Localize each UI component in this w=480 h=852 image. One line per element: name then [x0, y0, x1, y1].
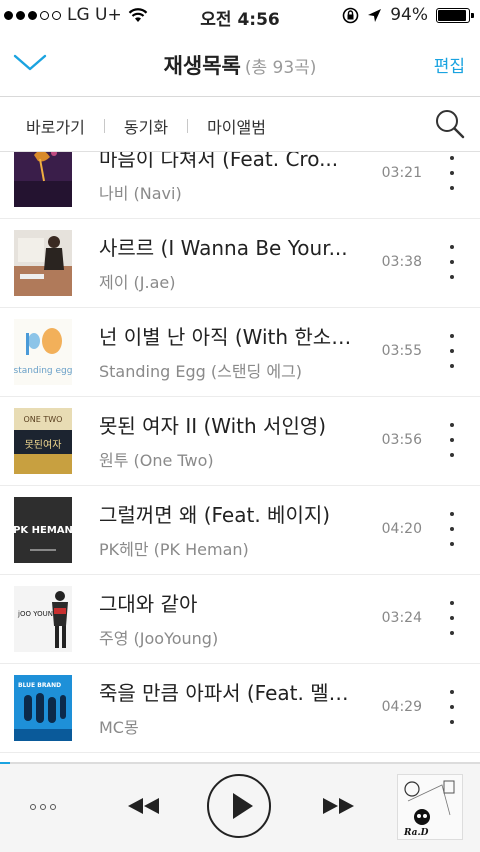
nav-divider	[187, 119, 189, 133]
song-artist: 주영 (JooYoung)	[99, 629, 219, 648]
song-title: 그럴꺼면 왜 (Feat. 베이지)	[99, 503, 331, 527]
track-count: (총 93곡)	[244, 58, 317, 78]
playlist-header: 재생목록 (총 93곡) 편집	[0, 30, 480, 97]
orientation-lock-icon	[342, 7, 359, 23]
nav-divider	[103, 119, 105, 133]
album-art: jOO YOUNg	[14, 586, 72, 652]
song-artist: 제이 (J.ae)	[99, 273, 176, 292]
song-duration: 03:56	[381, 432, 422, 448]
edit-button[interactable]: 편집	[434, 52, 465, 77]
location-arrow-icon	[368, 8, 382, 22]
more-options-icon[interactable]	[448, 156, 456, 190]
search-icon[interactable]	[434, 108, 466, 140]
song-artist: PK헤만 (PK Heman)	[99, 540, 249, 559]
song-title: 마음이 다쳐서 (Feat. Cro...	[99, 152, 339, 171]
battery-percent: 94%	[390, 5, 428, 25]
nav-my-album[interactable]: 마이앨범	[207, 114, 266, 138]
art-text: ONE TWO	[24, 415, 63, 424]
playback-progress-fill	[0, 762, 10, 764]
page-title: 재생목록 (총 93곡)	[0, 50, 480, 80]
play-button[interactable]	[207, 774, 271, 838]
song-artist: 원투 (One Two)	[99, 451, 214, 470]
song-duration: 03:38	[381, 254, 422, 270]
more-options-icon[interactable]	[448, 245, 456, 279]
art-text: PK HEMAN	[14, 525, 72, 536]
more-options-icon[interactable]	[448, 601, 456, 635]
album-art	[14, 152, 72, 207]
shortcut-nav: 바로가기 동기화 마이앨범	[0, 97, 480, 152]
song-row[interactable]: PK HEMAN 그럴꺼면 왜 (Feat. 베이지) PK헤만 (PK Hem…	[0, 486, 480, 575]
art-text: jOO YOUNg	[17, 610, 57, 618]
song-title: 사르르 (I Wanna Be Your...	[99, 236, 348, 260]
song-row[interactable]: jOO YOUNg 그대와 같아 주영 (JooYoung) 03:24	[0, 575, 480, 664]
album-art: standing egg	[14, 319, 72, 385]
art-text: BLUE BRAND	[18, 682, 61, 689]
song-duration: 04:29	[381, 699, 422, 715]
song-row[interactable]: ONE TWO 못된여자 못된 여자 II (With 서인영) 원투 (One…	[0, 397, 480, 486]
song-title: 죽을 만큼 아파서 (Feat. 멜…	[99, 681, 349, 705]
art-text: standing egg	[14, 366, 72, 376]
album-art: BLUE BRAND	[14, 675, 72, 741]
song-title: 넌 이별 난 아직 (With 한소…	[99, 325, 352, 349]
album-art: PK HEMAN	[14, 497, 72, 563]
more-options-icon[interactable]	[30, 804, 56, 810]
battery-icon	[436, 7, 474, 23]
next-icon[interactable]	[320, 796, 356, 816]
art-text: Ra.D	[403, 828, 429, 838]
song-list[interactable]: 마음이 다쳐서 (Feat. Cro... 나비 (Navi) 03:21 사르…	[0, 152, 480, 762]
playback-progress-bar[interactable]	[0, 762, 480, 764]
art-text: 못된여자	[25, 439, 62, 451]
status-right: 94%	[342, 5, 474, 25]
album-art: ONE TWO 못된여자	[14, 408, 72, 474]
song-row[interactable]: standing egg 넌 이별 난 아직 (With 한소… Standin…	[0, 308, 480, 397]
more-options-icon[interactable]	[448, 334, 456, 368]
song-artist: MC몽	[99, 718, 139, 737]
mini-player: Ra.D	[0, 762, 480, 852]
song-title: 못된 여자 II (With 서인영)	[99, 414, 327, 438]
status-bar: LG U+ 오전 4:56 94%	[0, 0, 480, 30]
more-options-icon[interactable]	[448, 423, 456, 457]
album-art	[14, 230, 72, 296]
song-row[interactable]: 사르르 (I Wanna Be Your... 제이 (J.ae) 03:38	[0, 219, 480, 308]
song-title: 그대와 같아	[99, 592, 198, 616]
song-duration: 04:20	[381, 521, 422, 537]
song-artist: Standing Egg (스탠딩 에그)	[99, 362, 303, 381]
previous-icon[interactable]	[126, 796, 162, 816]
song-duration: 03:55	[381, 343, 422, 359]
play-icon	[233, 793, 253, 819]
song-duration: 03:24	[381, 610, 422, 626]
more-options-icon[interactable]	[448, 512, 456, 546]
playlist-title: 재생목록	[163, 54, 241, 78]
now-playing-album-art[interactable]: Ra.D	[397, 774, 463, 840]
nav-shortcut[interactable]: 바로가기	[26, 114, 85, 138]
nav-sync[interactable]: 동기화	[124, 114, 168, 138]
song-row[interactable]: BLUE BRAND 죽을 만큼 아파서 (Feat. 멜… MC몽 04:29	[0, 664, 480, 753]
song-artist: 나비 (Navi)	[99, 184, 182, 203]
song-duration: 03:21	[381, 165, 422, 181]
more-options-icon[interactable]	[448, 690, 456, 724]
song-row[interactable]: 마음이 다쳐서 (Feat. Cro... 나비 (Navi) 03:21	[0, 152, 480, 219]
